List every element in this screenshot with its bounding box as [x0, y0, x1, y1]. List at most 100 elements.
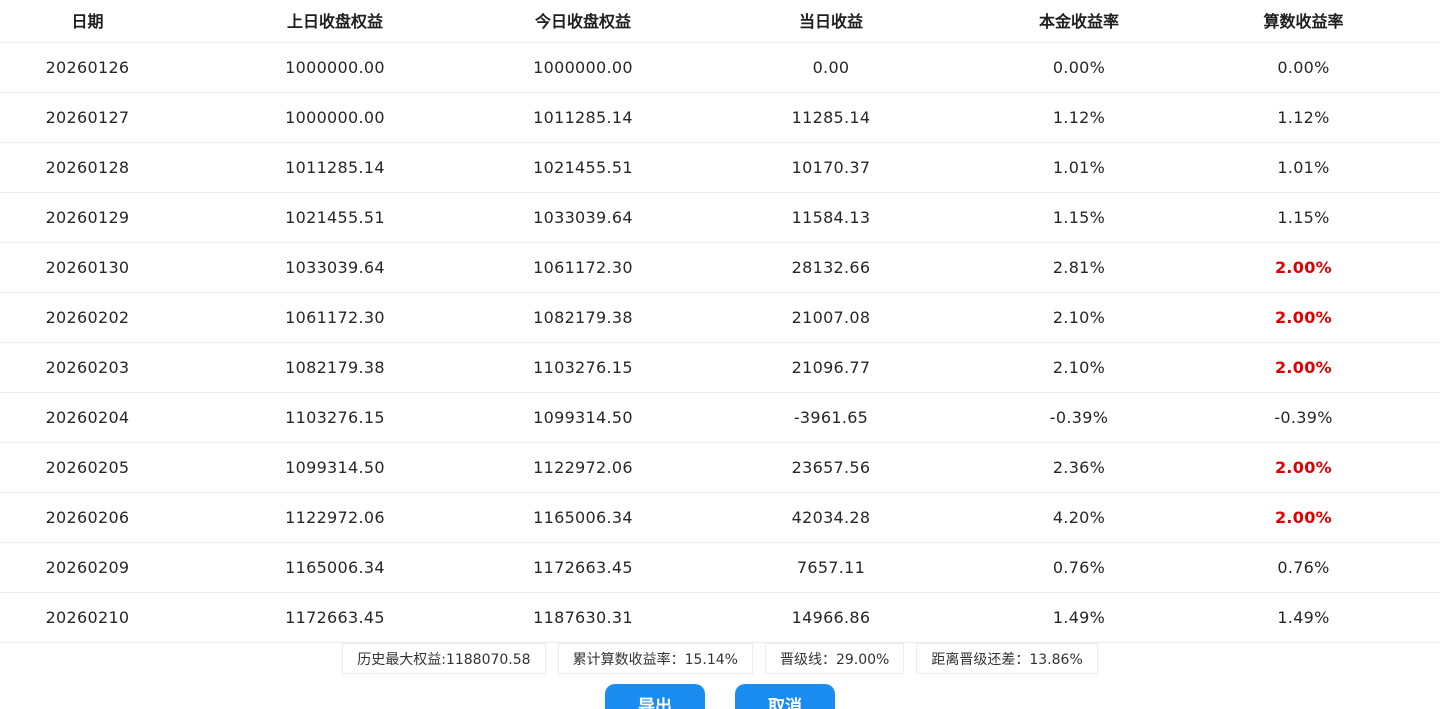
cell-prev-equity: 1011285.14: [285, 158, 385, 177]
cell-principal-rate: 2.10%: [1052, 358, 1106, 377]
cell-principal-rate: 2.81%: [1052, 258, 1106, 277]
cell-principal-rate: 1.01%: [1052, 158, 1106, 177]
table-row: 20260210 1172663.45 1187630.31 14966.86 …: [0, 593, 1440, 643]
cancel-button[interactable]: 取消: [735, 684, 835, 709]
cell-arith-rate: 0.76%: [1277, 558, 1330, 577]
cell-date: 20260204: [45, 408, 130, 427]
cell-date: 20260126: [45, 58, 130, 77]
cell-daily-profit: 14966.86: [791, 608, 871, 627]
cell-today-equity: 1033039.64: [533, 208, 633, 227]
cell-arith-rate: -0.39%: [1274, 408, 1333, 427]
cell-arith-rate: 2.00%: [1274, 358, 1332, 377]
cell-today-equity: 1061172.30: [533, 258, 633, 277]
summary-bar: 历史最大权益:1188070.58 累计算数收益率：15.14% 晋级线：29.…: [0, 643, 1440, 676]
cell-principal-rate: 1.15%: [1052, 208, 1106, 227]
summary-max-equity: 历史最大权益:1188070.58: [342, 643, 546, 674]
cell-today-equity: 1122972.06: [533, 458, 633, 477]
cell-principal-rate: 0.00%: [1052, 58, 1106, 77]
cell-arith-rate: 2.00%: [1274, 308, 1332, 327]
cell-today-equity: 1082179.38: [533, 308, 633, 327]
cell-date: 20260210: [45, 608, 130, 627]
header-arith-rate: 算数收益率: [1263, 12, 1344, 31]
table-row: 20260203 1082179.38 1103276.15 21096.77 …: [0, 343, 1440, 393]
table-row: 20260129 1021455.51 1033039.64 11584.13 …: [0, 193, 1440, 243]
cell-daily-profit: 21007.08: [791, 308, 871, 327]
table-row: 20260126 1000000.00 1000000.00 0.00 0.00…: [0, 43, 1440, 93]
cell-prev-equity: 1099314.50: [285, 458, 385, 477]
cell-date: 20260203: [45, 358, 130, 377]
cell-today-equity: 1021455.51: [533, 158, 633, 177]
cell-prev-equity: 1000000.00: [285, 58, 385, 77]
header-today-equity: 今日收盘权益: [534, 12, 631, 31]
cell-principal-rate: -0.39%: [1049, 408, 1109, 427]
export-button[interactable]: 导出: [605, 684, 705, 709]
cell-arith-rate: 2.00%: [1274, 258, 1332, 277]
cell-principal-rate: 0.76%: [1052, 558, 1106, 577]
header-daily-profit: 当日收益: [798, 12, 863, 31]
cell-arith-rate: 1.49%: [1277, 608, 1330, 627]
cell-daily-profit: 11285.14: [791, 108, 871, 127]
action-buttons: 导出 取消: [0, 684, 1440, 709]
cell-arith-rate: 2.00%: [1274, 508, 1332, 527]
cell-principal-rate: 2.10%: [1052, 308, 1106, 327]
cell-prev-equity: 1165006.34: [285, 558, 385, 577]
cell-date: 20260128: [45, 158, 130, 177]
cell-prev-equity: 1122972.06: [285, 508, 385, 527]
cell-today-equity: 1099314.50: [533, 408, 633, 427]
cell-date: 20260205: [45, 458, 130, 477]
table-row: 20260128 1011285.14 1021455.51 10170.37 …: [0, 143, 1440, 193]
table-row: 20260130 1033039.64 1061172.30 28132.66 …: [0, 243, 1440, 293]
cell-principal-rate: 1.12%: [1052, 108, 1106, 127]
cell-daily-profit: 7657.11: [796, 558, 866, 577]
table-row: 20260204 1103276.15 1099314.50 -3961.65 …: [0, 393, 1440, 443]
cell-principal-rate: 4.20%: [1052, 508, 1106, 527]
cell-arith-rate: 1.12%: [1277, 108, 1330, 127]
summary-promotion-line: 晋级线：29.00%: [764, 643, 905, 674]
cell-daily-profit: 10170.37: [791, 158, 871, 177]
header-date: 日期: [71, 12, 104, 31]
cell-arith-rate: 1.01%: [1277, 158, 1330, 177]
cell-today-equity: 1187630.31: [533, 608, 633, 627]
table-header: 日期 上日收盘权益 今日收盘权益 当日收益 本金收益率 算数收益率: [0, 0, 1440, 43]
cell-prev-equity: 1000000.00: [285, 108, 385, 127]
cell-date: 20260130: [45, 258, 130, 277]
cell-date: 20260127: [45, 108, 130, 127]
cell-prev-equity: 1021455.51: [285, 208, 385, 227]
table-row: 20260206 1122972.06 1165006.34 42034.28 …: [0, 493, 1440, 543]
table-body: 20260126 1000000.00 1000000.00 0.00 0.00…: [0, 43, 1440, 643]
cell-date: 20260206: [45, 508, 130, 527]
header-principal-rate: 本金收益率: [1038, 12, 1119, 31]
cell-daily-profit: 0.00: [812, 58, 850, 77]
cell-arith-rate: 0.00%: [1277, 58, 1330, 77]
header-prev-equity: 上日收盘权益: [286, 12, 383, 31]
cell-principal-rate: 1.49%: [1052, 608, 1106, 627]
cell-date: 20260129: [45, 208, 130, 227]
cell-today-equity: 1165006.34: [533, 508, 633, 527]
cell-arith-rate: 1.15%: [1277, 208, 1330, 227]
cell-daily-profit: 23657.56: [791, 458, 871, 477]
cell-daily-profit: -3961.65: [793, 408, 869, 427]
cell-daily-profit: 21096.77: [791, 358, 871, 377]
summary-remaining-gap: 距离晋级还差：13.86%: [916, 643, 1098, 674]
cell-daily-profit: 42034.28: [791, 508, 871, 527]
cell-today-equity: 1103276.15: [533, 358, 633, 377]
cell-today-equity: 1172663.45: [533, 558, 633, 577]
cell-prev-equity: 1172663.45: [285, 608, 385, 627]
cell-today-equity: 1011285.14: [533, 108, 633, 127]
cell-principal-rate: 2.36%: [1052, 458, 1106, 477]
cell-prev-equity: 1033039.64: [285, 258, 385, 277]
table-row: 20260127 1000000.00 1011285.14 11285.14 …: [0, 93, 1440, 143]
cell-daily-profit: 11584.13: [791, 208, 871, 227]
equity-report-page: 日期 上日收盘权益 今日收盘权益 当日收益 本金收益率 算数收益率 202601…: [0, 0, 1440, 709]
cell-today-equity: 1000000.00: [533, 58, 633, 77]
cell-prev-equity: 1061172.30: [285, 308, 385, 327]
cell-date: 20260209: [45, 558, 130, 577]
table-row: 20260209 1165006.34 1172663.45 7657.11 0…: [0, 543, 1440, 593]
table-row: 20260202 1061172.30 1082179.38 21007.08 …: [0, 293, 1440, 343]
cell-arith-rate: 2.00%: [1274, 458, 1332, 477]
cell-prev-equity: 1103276.15: [285, 408, 385, 427]
table-row: 20260205 1099314.50 1122972.06 23657.56 …: [0, 443, 1440, 493]
cell-prev-equity: 1082179.38: [285, 358, 385, 377]
cell-date: 20260202: [45, 308, 130, 327]
cell-daily-profit: 28132.66: [791, 258, 871, 277]
